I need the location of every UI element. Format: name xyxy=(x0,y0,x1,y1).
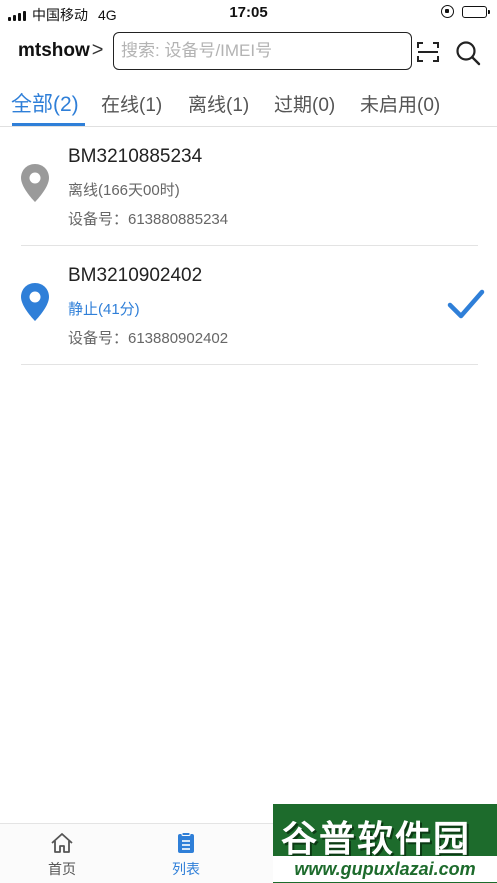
row-divider xyxy=(21,364,478,365)
tab-all[interactable]: 全部(2) xyxy=(11,88,79,118)
device-list: BM3210885234 离线(166天00时) 设备号：61388088523… xyxy=(0,127,497,365)
battery-icon xyxy=(462,5,490,18)
home-icon xyxy=(51,833,73,853)
checkmark-icon xyxy=(447,289,485,319)
account-selector[interactable]: mtshow > xyxy=(18,39,103,62)
tab-inactive[interactable]: 未启用(0) xyxy=(360,90,440,117)
watermark-title: 谷普软件园 xyxy=(281,819,472,860)
device-number: 设备号：613880902402 xyxy=(68,330,229,347)
scan-icon[interactable] xyxy=(416,40,440,64)
list-icon xyxy=(178,832,194,853)
nav-list-label: 列表 xyxy=(172,861,200,877)
location-pin-icon xyxy=(21,283,49,321)
clock: 17:05 xyxy=(229,4,268,21)
status-bar: 中国移动 4G 17:05 xyxy=(0,0,497,26)
watermark-url: www.gupuxlazai.com xyxy=(273,856,497,882)
nav-home[interactable]: 首页 xyxy=(27,832,97,879)
nav-list[interactable]: 列表 xyxy=(151,832,221,879)
top-header: mtshow > xyxy=(0,26,497,76)
tab-online[interactable]: 在线(1) xyxy=(101,90,162,117)
device-status: 静止(41分) xyxy=(68,301,140,318)
account-name: mtshow xyxy=(18,39,90,61)
device-name: BM3210902402 xyxy=(68,265,203,286)
search-box[interactable] xyxy=(113,32,412,70)
chevron-right-icon: > xyxy=(91,39,104,61)
device-name: BM3210885234 xyxy=(68,146,203,167)
device-row[interactable]: BM3210902402 静止(41分) 设备号：613880902402 xyxy=(0,246,497,365)
tab-expired[interactable]: 过期(0) xyxy=(274,90,335,117)
device-status: 离线(166天00时) xyxy=(68,182,180,199)
location-pin-icon xyxy=(21,164,49,202)
device-number: 设备号：613880885234 xyxy=(68,211,229,228)
device-row[interactable]: BM3210885234 离线(166天00时) 设备号：61388088523… xyxy=(0,127,497,246)
nav-home-label: 首页 xyxy=(48,861,76,877)
search-icon[interactable] xyxy=(455,40,481,66)
watermark-logo: 谷普软件园 www.gupuxlazai.com xyxy=(273,804,497,883)
search-input[interactable] xyxy=(121,41,411,61)
rotation-lock-icon xyxy=(441,5,454,18)
tab-offline[interactable]: 离线(1) xyxy=(188,90,249,117)
status-tabs: 全部(2) 在线(1) 离线(1) 过期(0) 未启用(0) xyxy=(0,82,497,127)
active-tab-indicator xyxy=(12,123,85,126)
